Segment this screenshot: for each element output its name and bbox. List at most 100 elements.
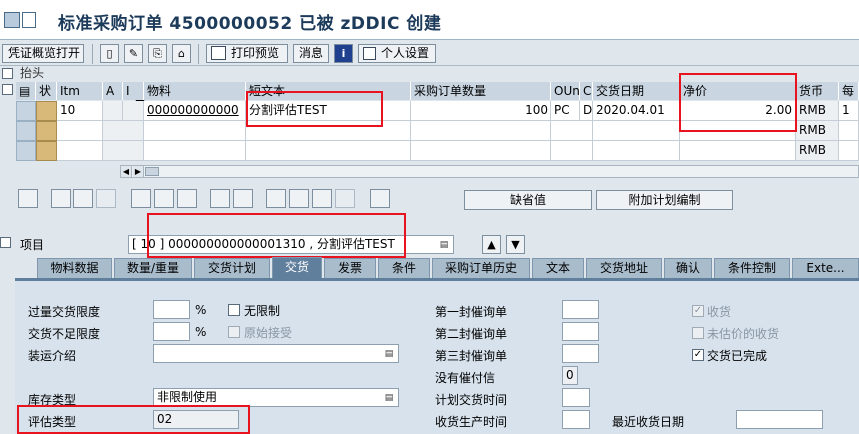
- clipboard-icon[interactable]: [370, 189, 390, 208]
- row-selector[interactable]: [16, 121, 36, 141]
- reminder3-input[interactable]: [562, 344, 599, 363]
- additional-planning-button[interactable]: 附加计划编制: [596, 190, 733, 210]
- dropdown-icon[interactable]: ▤: [384, 393, 394, 403]
- col-header-oun[interactable]: OUn: [551, 82, 580, 100]
- table-cell-item[interactable]: 10: [57, 101, 103, 121]
- display-change-icon[interactable]: ✎: [124, 44, 143, 63]
- personal-settings-button[interactable]: 个人设置: [358, 44, 436, 63]
- table-cell-oun[interactable]: [551, 121, 593, 141]
- planned-time-input[interactable]: [562, 388, 590, 407]
- delete-icon[interactable]: [131, 189, 151, 208]
- col-header-status[interactable]: 状: [36, 82, 57, 100]
- tab-texts[interactable]: 文本: [532, 258, 584, 278]
- tab-po-history[interactable]: 采购订单历史: [432, 258, 530, 278]
- tab-conditions[interactable]: 条件: [378, 258, 430, 278]
- next-item-icon[interactable]: ▼: [506, 235, 525, 254]
- table-cell-status[interactable]: [36, 121, 57, 141]
- table-cell-per[interactable]: [839, 121, 859, 141]
- tab-material-data[interactable]: 物料数据: [37, 258, 112, 278]
- print-preview-button[interactable]: 打印预览: [206, 44, 288, 63]
- sort-descending-icon[interactable]: [289, 189, 309, 208]
- col-header-c[interactable]: C: [580, 82, 593, 100]
- table-cell-per[interactable]: 1: [839, 101, 859, 121]
- table-cell-delivery-date[interactable]: [593, 121, 680, 141]
- col-header-currency[interactable]: 货币: [796, 82, 839, 100]
- scroll-right-icon[interactable]: ▶: [133, 166, 144, 177]
- table-cell-currency[interactable]: RMB: [796, 141, 839, 161]
- col-header-delivery-date[interactable]: 交货日期: [593, 82, 680, 100]
- last-gr-date-input[interactable]: [736, 410, 823, 429]
- underdelivery-input[interactable]: [153, 322, 190, 341]
- table-cell-po-qty[interactable]: [411, 121, 551, 141]
- unlock-icon[interactable]: [177, 189, 197, 208]
- table-cell-material[interactable]: 000000000000: [144, 101, 246, 121]
- table-cell-delivery-date[interactable]: [593, 141, 680, 161]
- tab-delivery[interactable]: 交货: [272, 257, 322, 278]
- shipping-instr-select[interactable]: ▤: [153, 344, 399, 363]
- copy-item-icon[interactable]: [96, 189, 116, 208]
- table-cell-status[interactable]: [36, 141, 57, 161]
- table-cell-itemcat[interactable]: [123, 101, 144, 121]
- table-cell-oun[interactable]: [551, 141, 593, 161]
- sort-ascending-icon[interactable]: [266, 189, 286, 208]
- table-cell-per[interactable]: [839, 141, 859, 161]
- table-icon[interactable]: [233, 189, 253, 208]
- document-overview-button[interactable]: 凭证概览打开: [2, 44, 84, 63]
- info-icon[interactable]: i: [334, 44, 353, 63]
- table-cell-item[interactable]: [57, 121, 103, 141]
- table-cell-short-text[interactable]: [246, 141, 411, 161]
- tab-confirmations[interactable]: 确认: [664, 258, 712, 278]
- collapse-items-icon[interactable]: [2, 84, 13, 95]
- tab-delivery-schedule[interactable]: 交货计划: [194, 258, 270, 278]
- system-menu-icon[interactable]: [4, 12, 20, 28]
- delivery-complete-checkbox[interactable]: ✓: [692, 349, 704, 361]
- table-cell-c[interactable]: D: [580, 101, 593, 121]
- tab-condition-control[interactable]: 条件控制: [714, 258, 790, 278]
- scroll-thumb[interactable]: [145, 167, 159, 176]
- default-values-button[interactable]: 缺省值: [464, 190, 592, 210]
- col-header-material[interactable]: 物料: [144, 82, 246, 100]
- row-selector[interactable]: [16, 141, 36, 161]
- no-exped-field[interactable]: 0: [562, 366, 578, 385]
- overdelivery-input[interactable]: [153, 300, 190, 319]
- table-cell-material[interactable]: [144, 121, 246, 141]
- previous-item-icon[interactable]: ▲: [482, 235, 501, 254]
- col-header-po-qty[interactable]: 采购订单数量: [411, 82, 551, 100]
- table-settings-icon[interactable]: ▤: [16, 82, 36, 100]
- tab-delivery-address[interactable]: 交货地址: [586, 258, 662, 278]
- reminder1-input[interactable]: [562, 300, 599, 319]
- reminder2-input[interactable]: [562, 322, 599, 341]
- filter-icon[interactable]: [312, 189, 332, 208]
- tab-quantity-weight[interactable]: 数量/重量: [114, 258, 192, 278]
- table-cell-currency[interactable]: RMB: [796, 101, 839, 121]
- other-document-icon[interactable]: ⎘: [148, 44, 167, 63]
- table-cell-item[interactable]: [57, 141, 103, 161]
- col-header-per[interactable]: 每: [839, 82, 859, 100]
- col-header-item[interactable]: Itm: [57, 82, 103, 100]
- table-cell-account[interactable]: [103, 101, 123, 121]
- table-cell-net-price[interactable]: [680, 141, 796, 161]
- col-header-itemcat[interactable]: I: [123, 82, 144, 100]
- hold-icon[interactable]: ⌂: [172, 44, 191, 63]
- filter-off-icon[interactable]: [335, 189, 355, 208]
- scroll-left-icon[interactable]: ◀: [121, 166, 132, 177]
- row-selector[interactable]: [16, 101, 36, 121]
- table-cell-po-qty[interactable]: 100: [411, 101, 551, 121]
- select-all-icon[interactable]: [51, 189, 71, 208]
- table-cell-account[interactable]: [103, 141, 144, 161]
- table-cell-material[interactable]: [144, 141, 246, 161]
- lock-icon[interactable]: [154, 189, 174, 208]
- table-cell-po-qty[interactable]: [411, 141, 551, 161]
- table-cell-account[interactable]: [103, 121, 144, 141]
- tab-invoice[interactable]: 发票: [324, 258, 376, 278]
- copy-icon[interactable]: [210, 189, 230, 208]
- item-details-icon[interactable]: [18, 189, 38, 208]
- new-document-icon[interactable]: ▯: [100, 44, 119, 63]
- table-cell-oun[interactable]: PC: [551, 101, 580, 121]
- gr-proc-time-input[interactable]: [562, 410, 590, 429]
- table-cell-delivery-date[interactable]: 2020.04.01: [593, 101, 680, 121]
- table-cell-status[interactable]: [36, 101, 57, 121]
- expand-header-icon[interactable]: [2, 68, 13, 79]
- unlimited-checkbox[interactable]: [228, 304, 240, 316]
- collapse-item-detail-icon[interactable]: [0, 237, 11, 248]
